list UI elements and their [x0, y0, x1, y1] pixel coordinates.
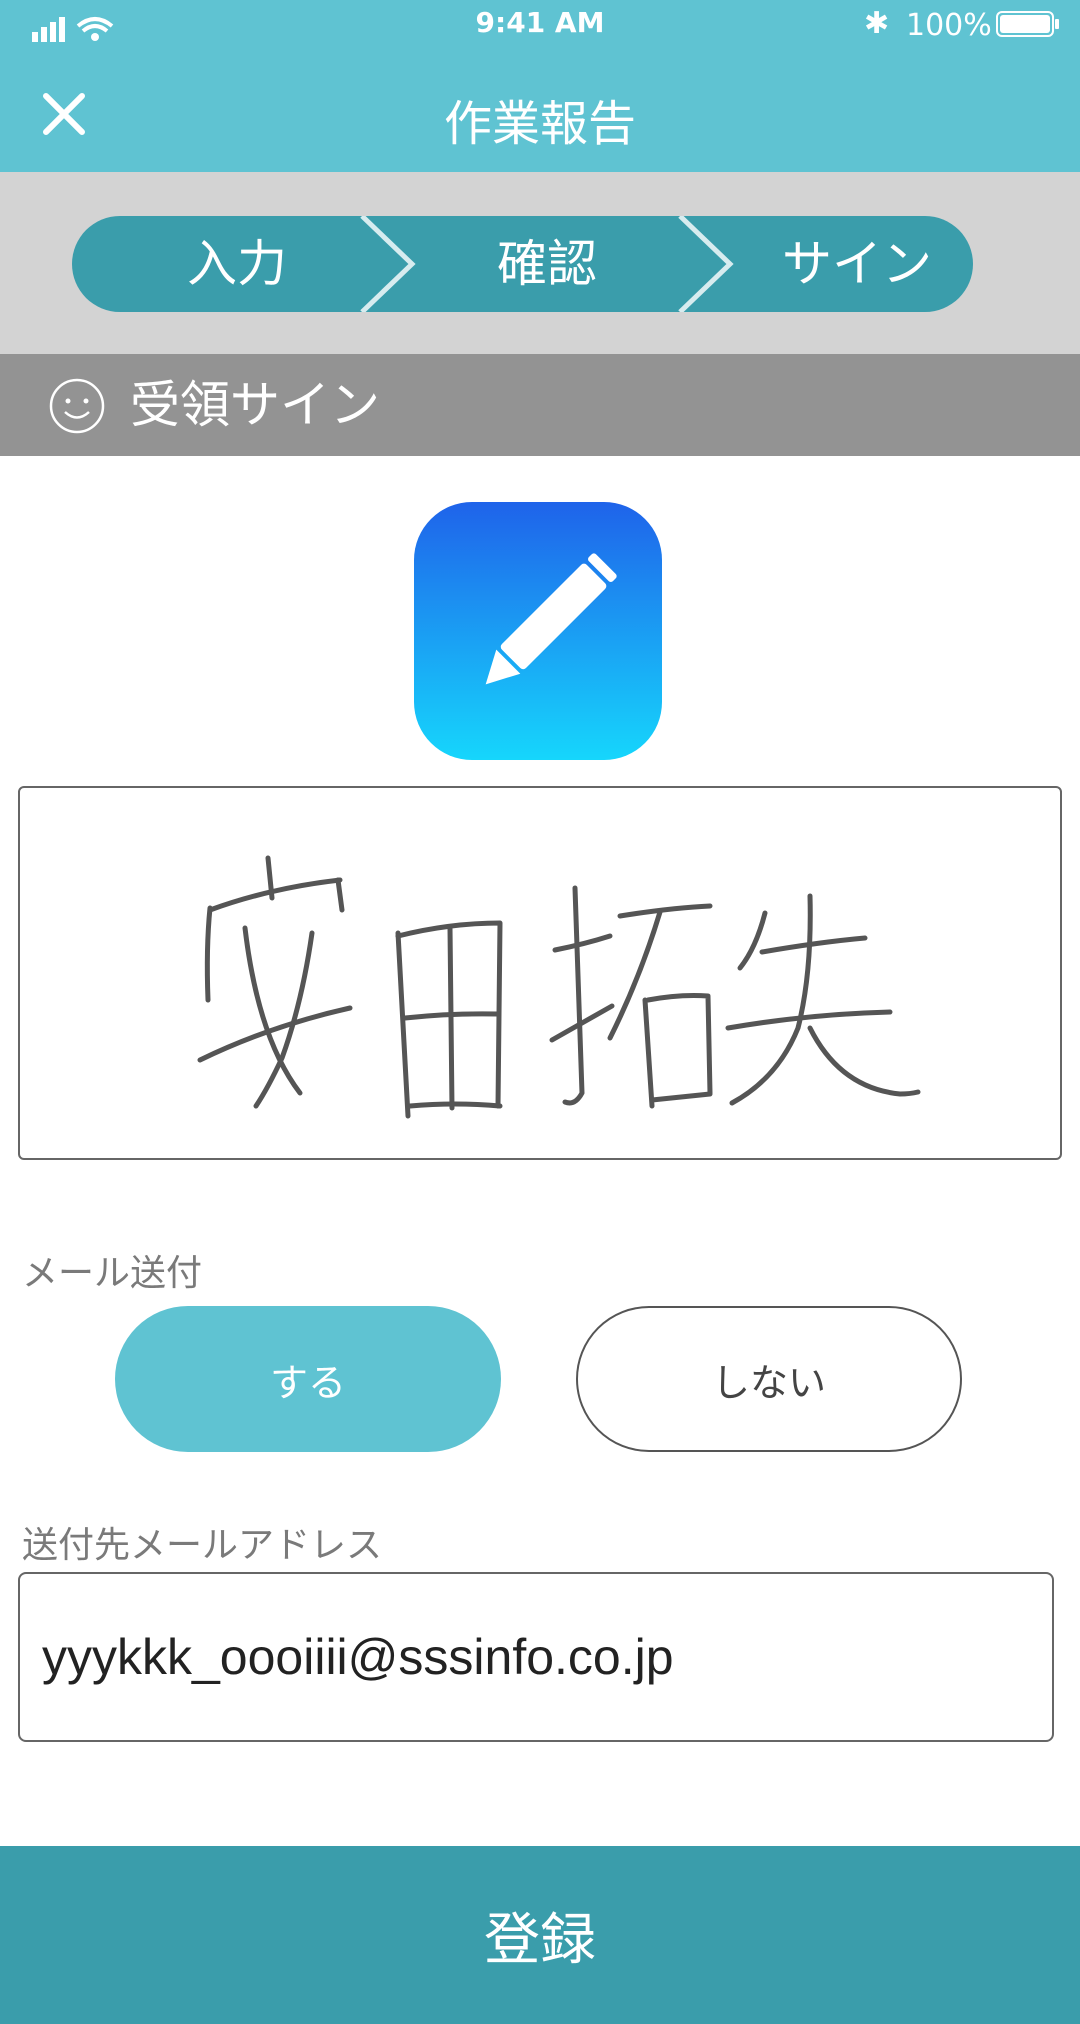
battery-percent: 100%: [906, 8, 992, 43]
edit-pencil-icon[interactable]: [414, 502, 662, 760]
handwritten-signature: [197, 855, 921, 1119]
address-label: 送付先メールアドレス: [22, 1525, 383, 1566]
section-title: 受領サイン: [130, 376, 380, 434]
register-button[interactable]: 登録: [0, 1846, 1080, 2024]
step-input[interactable]: 入力: [112, 216, 362, 312]
mail-send-label: メール送付: [22, 1253, 203, 1294]
send-yes-button[interactable]: する: [115, 1306, 501, 1452]
step-confirm[interactable]: 確認: [422, 216, 672, 312]
pencil-icon: [485, 553, 617, 685]
page-title: 作業報告: [443, 96, 636, 152]
smiley-icon: [49, 378, 105, 434]
bluetooth-icon: ✱: [864, 6, 890, 41]
email-field[interactable]: [18, 1572, 1054, 1742]
signature-pad[interactable]: [18, 786, 1062, 1160]
step-sign[interactable]: サイン: [732, 216, 982, 312]
battery-icon: [996, 11, 1059, 37]
send-no-button[interactable]: しない: [576, 1306, 962, 1452]
